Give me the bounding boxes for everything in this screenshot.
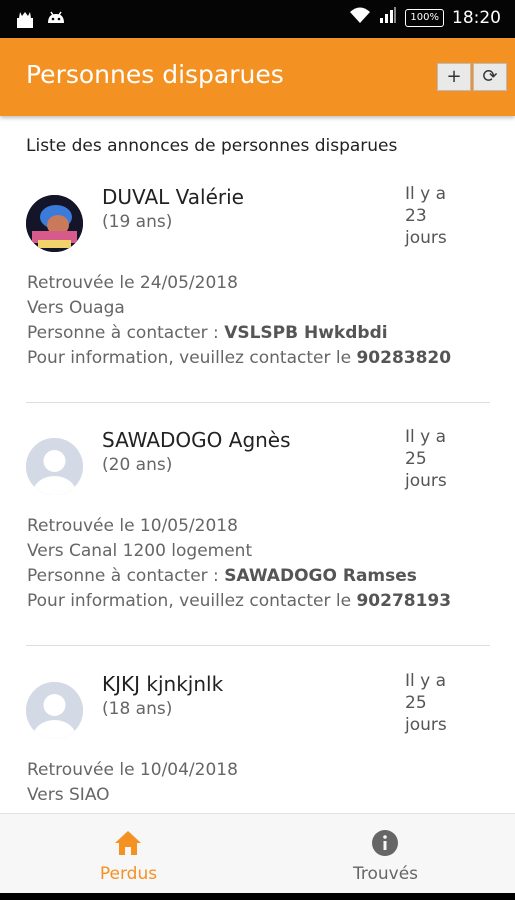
list-item[interactable]: DUVAL Valérie (19 ans) Il y a 23 jours R… (0, 171, 515, 401)
info-prefix: Pour information, veuillez contacter le (27, 591, 357, 611)
info-prefix: Pour information, veuillez contacter le (27, 348, 357, 368)
contact-prefix: Personne à contacter : (27, 323, 225, 343)
elapsed-unit: jours (405, 228, 447, 248)
elapsed-value: 25 (405, 693, 427, 713)
contact-name: SAWADOGO Ramses (224, 566, 417, 586)
page-title: Personnes disparues (26, 60, 284, 89)
item-details: Retrouvée le 10/04/2018 Vers SIAO (27, 758, 238, 808)
refresh-button[interactable]: ⟳ (473, 63, 507, 91)
elapsed-prefix: Il y a (405, 427, 447, 447)
divider (26, 645, 490, 646)
found-date: Retrouvée le 24/05/2018 (27, 273, 238, 293)
home-icon (112, 828, 144, 858)
app-screen: 100% 18:20 Personnes disparues + ⟳ Liste… (0, 0, 515, 900)
contact-line: Personne à contacter : SAWADOGO Ramses (27, 564, 451, 589)
elapsed-time: Il y a 25 jours (405, 426, 485, 492)
system-nav-bar (0, 893, 515, 900)
divider (26, 402, 490, 403)
item-details: Retrouvée le 24/05/2018 Vers Ouaga Perso… (27, 271, 451, 371)
item-details: Retrouvée le 10/05/2018 Vers Canal 1200 … (27, 514, 451, 614)
contact-phone[interactable]: 90278193 (356, 591, 451, 611)
info-icon (369, 828, 401, 858)
person-age: (19 ans) (102, 212, 173, 232)
bottom-navigation: Perdus Trouvés (0, 813, 515, 894)
wifi-icon (349, 6, 371, 29)
tab-perdus[interactable]: Perdus (0, 814, 257, 894)
contact-line: Personne à contacter : VSLSPB Hwkdbdi (27, 321, 451, 346)
person-name: DUVAL Valérie (102, 185, 244, 209)
found-date: Retrouvée le 10/04/2018 (27, 760, 238, 780)
elapsed-time: Il y a 23 jours (405, 183, 485, 249)
elapsed-unit: jours (405, 715, 447, 735)
person-name: KJKJ kjnkjnlk (102, 672, 224, 696)
list-heading: Liste des annonces de personnes disparue… (26, 136, 398, 156)
status-bar: 100% 18:20 (0, 0, 515, 38)
location: Vers Ouaga (27, 298, 125, 318)
add-button[interactable]: + (437, 63, 471, 91)
contact-phone[interactable]: 90283820 (356, 348, 451, 368)
location: Vers Canal 1200 logement (27, 541, 253, 561)
signal-icon (379, 6, 397, 29)
elapsed-prefix: Il y a (405, 671, 447, 691)
avatar (26, 195, 83, 252)
person-age: (20 ans) (102, 455, 173, 475)
app-bar: Personnes disparues + ⟳ (0, 38, 515, 116)
announcement-list[interactable]: Liste des annonces de personnes disparue… (0, 116, 515, 813)
location: Vers SIAO (27, 785, 110, 805)
elapsed-value: 25 (405, 449, 427, 469)
elapsed-value: 23 (405, 206, 427, 226)
elapsed-prefix: Il y a (405, 184, 447, 204)
elapsed-time: Il y a 25 jours (405, 670, 485, 736)
tab-label: Trouvés (352, 864, 419, 884)
android-robot-icon (46, 9, 66, 33)
info-line: Pour information, veuillez contacter le … (27, 346, 451, 371)
person-age: (18 ans) (102, 699, 173, 719)
person-name: SAWADOGO Agnès (102, 428, 291, 452)
info-line: Pour information, veuillez contacter le … (27, 589, 451, 614)
contact-prefix: Personne à contacter : (27, 566, 225, 586)
battery-indicator: 100% (405, 8, 444, 27)
person-placeholder-icon (26, 682, 83, 739)
tab-trouves[interactable]: Trouvés (257, 814, 514, 894)
found-date: Retrouvée le 10/05/2018 (27, 516, 238, 536)
contact-name: VSLSPB Hwkdbdi (224, 323, 388, 343)
list-item[interactable]: KJKJ kjnkjnlk (18 ans) Il y a 25 jours R… (0, 658, 515, 813)
list-item[interactable]: SAWADOGO Agnès (20 ans) Il y a 25 jours … (0, 414, 515, 644)
android-notification-icon (14, 8, 36, 34)
elapsed-unit: jours (405, 471, 447, 491)
tab-label: Perdus (99, 864, 158, 884)
clock: 18:20 (452, 7, 501, 28)
person-placeholder-icon (26, 438, 83, 495)
